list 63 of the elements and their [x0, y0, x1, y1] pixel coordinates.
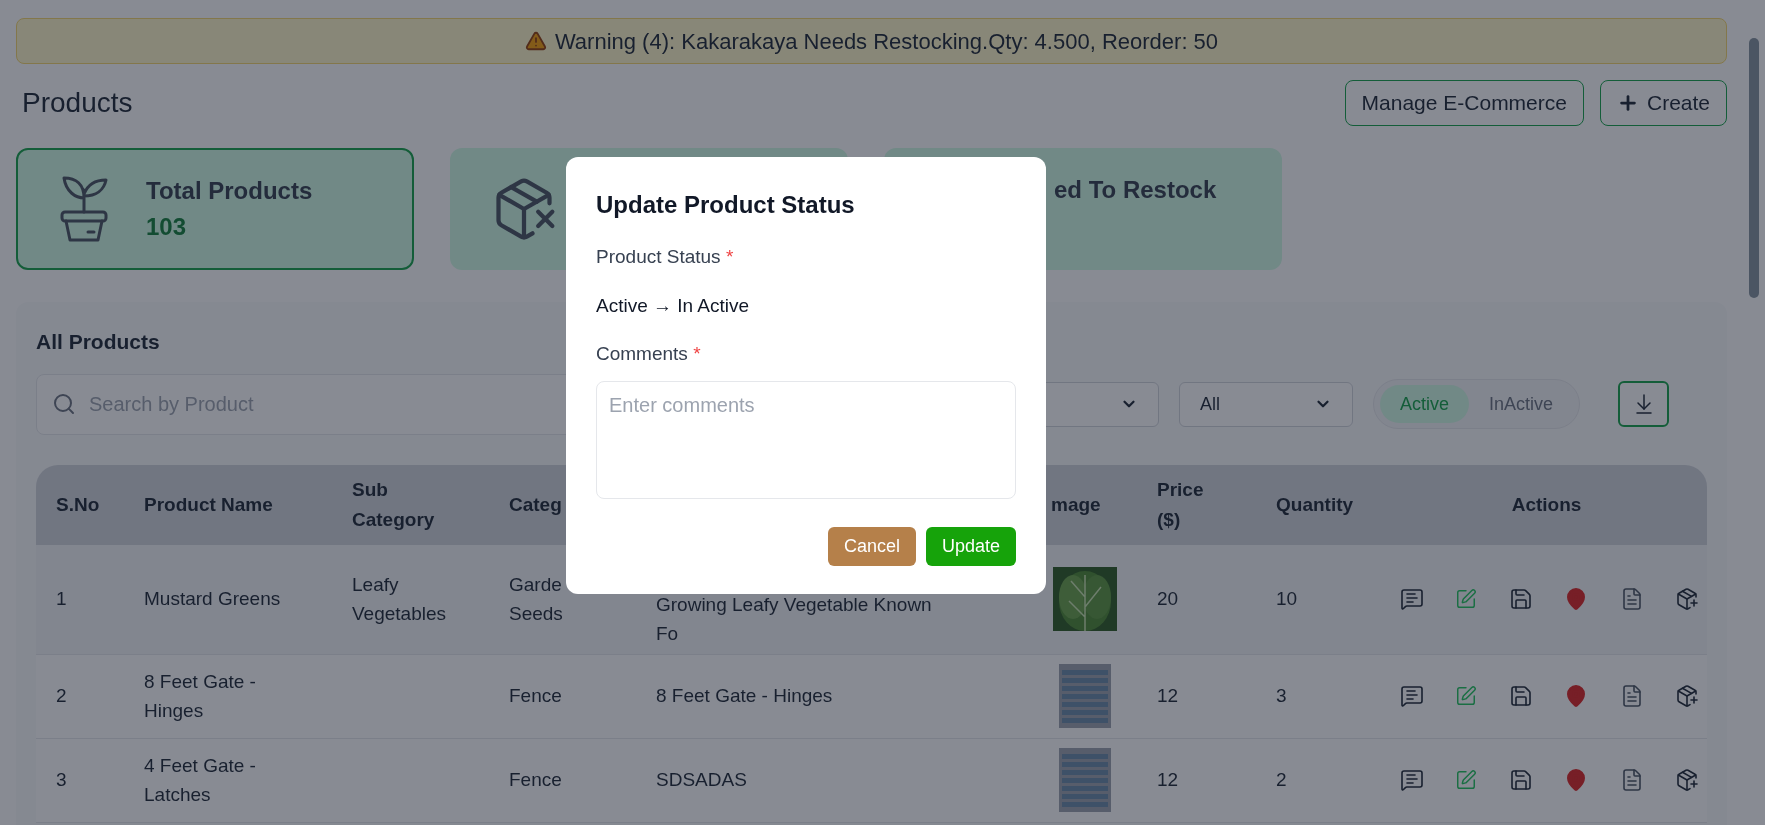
column-header: Actions — [1511, 493, 1582, 515]
table-cell-text: SDSADAS — [656, 768, 748, 793]
stat-title: ed To Restock — [1054, 175, 1217, 205]
column-header: Quantity — [1276, 493, 1354, 515]
manage-button[interactable]: Manage E-Commerce — [1344, 80, 1584, 126]
table-cell: Garde Seeds — [509, 573, 563, 624]
table-cell-text: Fo — [656, 622, 680, 646]
save-icon[interactable] — [1508, 587, 1533, 611]
comment-icon[interactable] — [1400, 684, 1424, 708]
table-cell: Leafy Vegetables — [352, 573, 447, 624]
table-cell: 12 — [1157, 684, 1179, 706]
stat-title: Total Products — [146, 176, 313, 206]
table-cell: 3 — [1276, 684, 1287, 706]
table-cell: 20 — [1157, 587, 1179, 609]
warning-text: Warning (4): Kakarakaya Needs Restocking.Qty: 4.500, Reorder: 50 — [554, 27, 1219, 56]
package-plus-icon[interactable] — [1674, 768, 1699, 792]
update-button[interactable]: Update — [925, 526, 1016, 566]
table-cell: 2 — [56, 684, 67, 706]
status-tab[interactable]: InActive — [1469, 385, 1574, 423]
column-header: Sub Category — [352, 479, 435, 530]
field-label: Product Status * — [596, 245, 735, 269]
download-button[interactable] — [1618, 381, 1670, 427]
column-header: Product Name — [144, 493, 273, 515]
table-cell: Mustard Greens — [144, 588, 281, 610]
table-cell: 12 — [1157, 768, 1179, 790]
select-value: All — [1200, 392, 1220, 416]
edit-icon[interactable] — [1455, 769, 1478, 791]
table-cell: Fence — [509, 769, 562, 791]
panel-title: All Products — [36, 330, 160, 353]
dialog-title: Update Product Status — [596, 190, 856, 220]
table-cell-text: 8 Feet Gate - Hinges — [656, 684, 834, 709]
field-label: Comments * — [596, 342, 702, 366]
table-cell: 3 — [56, 768, 67, 790]
stat-value: 103 — [146, 212, 188, 242]
status-tab[interactable]: Active — [1380, 385, 1470, 423]
search-icon — [52, 391, 76, 416]
save-icon[interactable] — [1508, 768, 1533, 792]
plant-pot-icon — [58, 174, 110, 244]
create-button[interactable]: Create — [1599, 80, 1727, 126]
package-plus-icon[interactable] — [1674, 684, 1699, 708]
column-header: Categ — [509, 493, 562, 515]
warning-icon — [524, 30, 547, 52]
cancel-button[interactable]: Cancel — [827, 526, 916, 566]
scrollbar[interactable] — [1749, 38, 1759, 298]
table-cell: 4 Feet Gate - Latches — [144, 754, 256, 805]
edit-icon[interactable] — [1455, 685, 1478, 707]
comment-icon[interactable] — [1400, 587, 1424, 611]
save-icon[interactable] — [1508, 684, 1533, 708]
column-header: mage — [1051, 493, 1101, 515]
comments-field[interactable]: Enter comments — [596, 380, 1016, 499]
table-cell-text: Growing Leafy Vegetable Known — [656, 592, 933, 617]
package-plus-icon[interactable] — [1674, 587, 1699, 611]
status-change-text: Active → In Active — [596, 293, 751, 318]
table-cell: 8 Feet Gate - Hinges — [144, 670, 256, 721]
column-header: Price ($) — [1157, 479, 1204, 530]
table-cell: Fence — [509, 685, 562, 707]
table-cell: 2 — [1276, 768, 1287, 790]
page-title: Products — [22, 86, 133, 120]
comment-icon[interactable] — [1400, 768, 1424, 792]
table-cell: 10 — [1276, 587, 1298, 609]
filter-select[interactable]: All — [1179, 381, 1353, 427]
table-cell: 1 — [56, 587, 67, 609]
column-header: S.No — [56, 493, 100, 515]
